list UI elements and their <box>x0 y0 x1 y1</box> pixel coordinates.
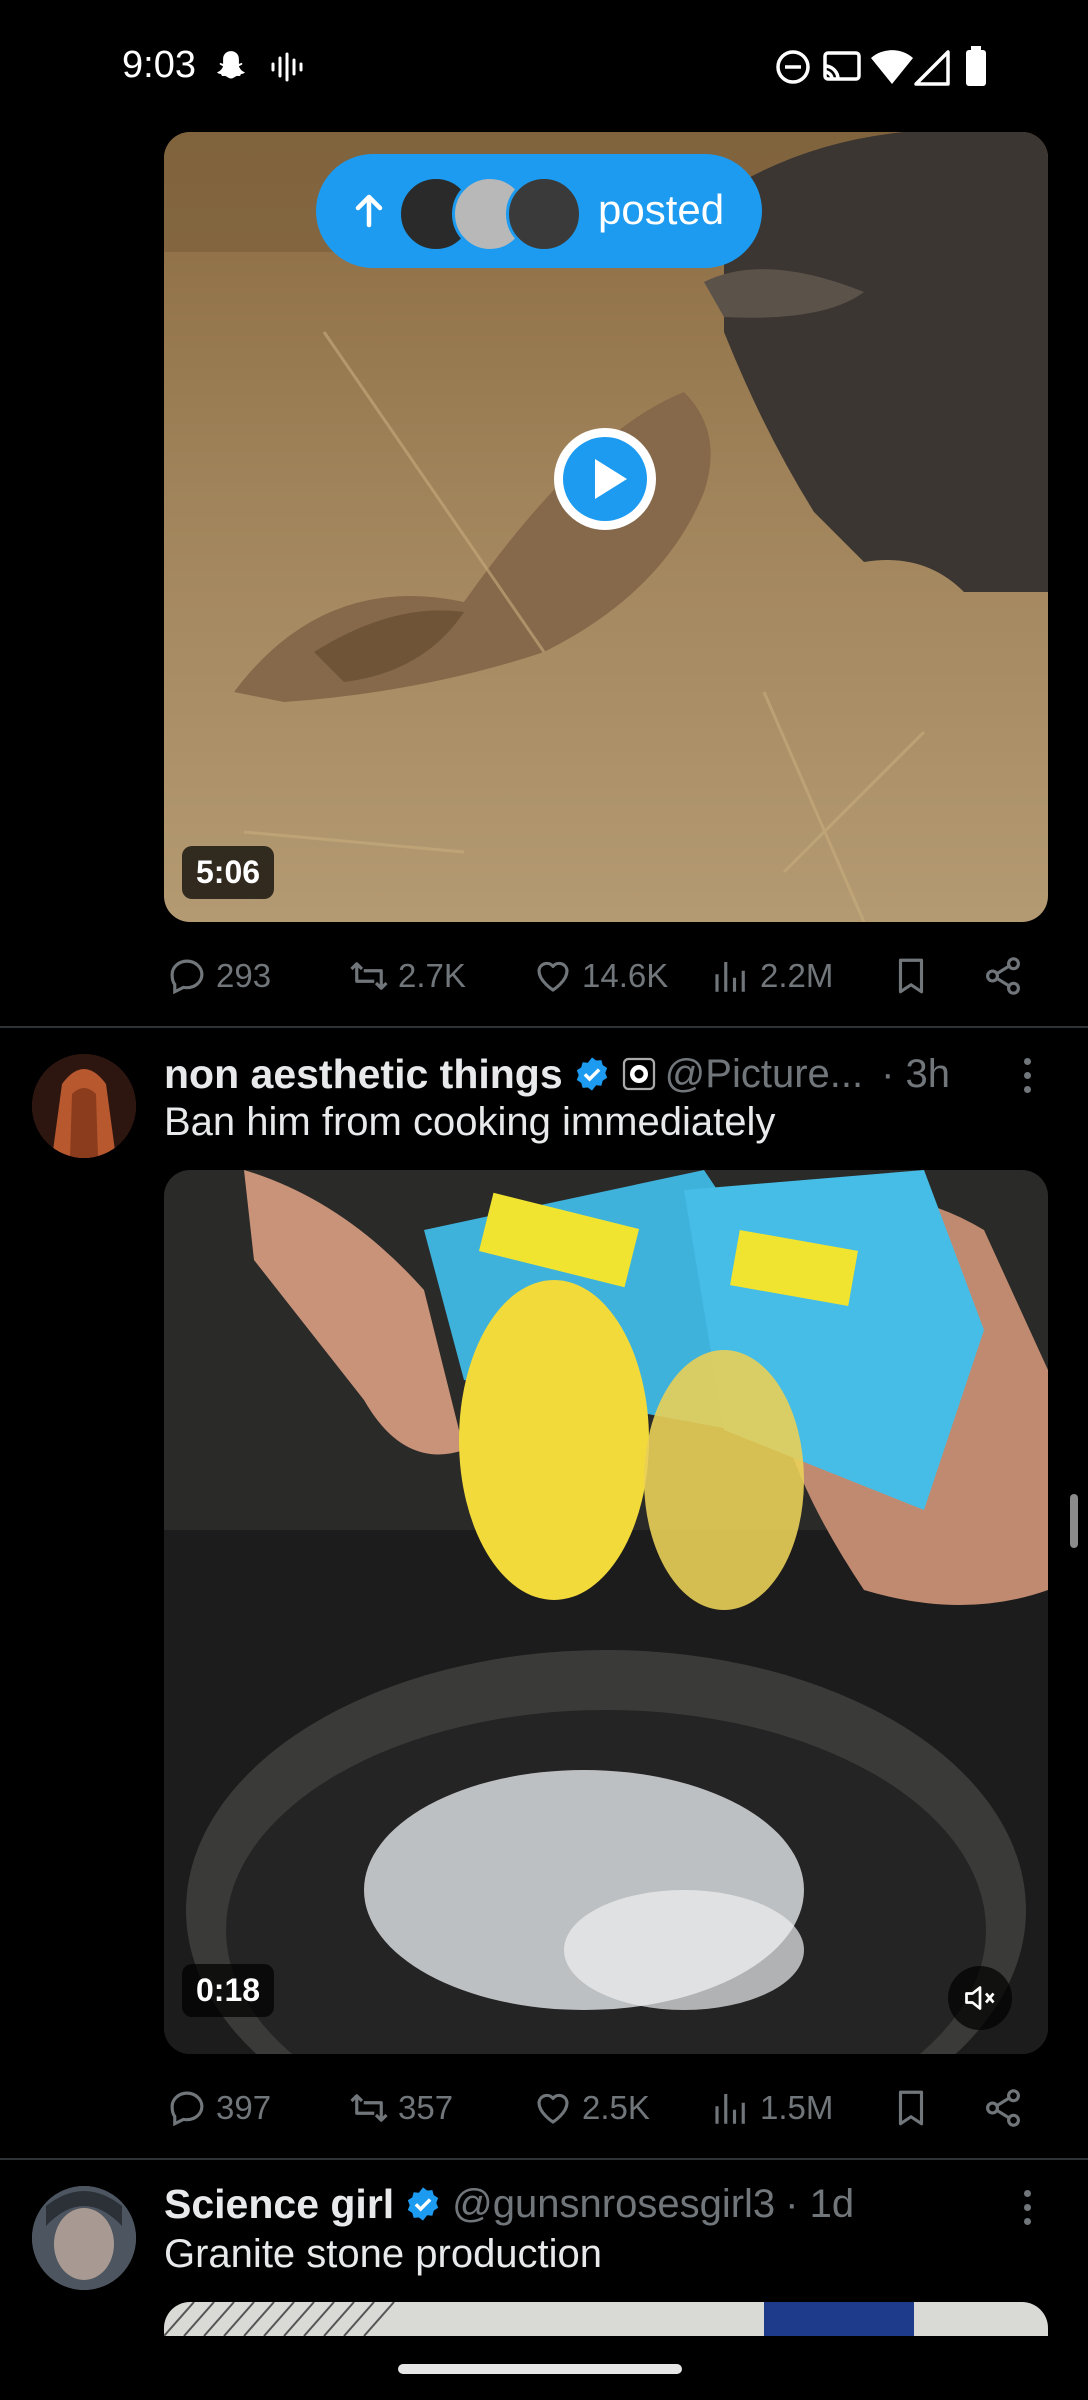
post3-author-avatar[interactable] <box>32 2186 136 2290</box>
share-button[interactable] <box>982 2078 1032 2138</box>
post2-video-thumbnail <box>164 1170 1048 2054</box>
repost-button[interactable]: 2.7K <box>348 946 466 1006</box>
like-count: 14.6K <box>582 957 669 994</box>
gesture-nav-bar[interactable] <box>398 2364 682 2374</box>
share-button[interactable] <box>982 946 1032 1006</box>
mute-icon <box>965 1986 995 2010</box>
voice-wave-icon <box>271 52 303 82</box>
post1-action-bar: 293 2.7K 14.6K 2.2M <box>164 946 1048 1006</box>
post2-author-avatar[interactable] <box>32 1054 136 1158</box>
views-button[interactable]: 1.5M <box>710 2078 833 2138</box>
like-button[interactable]: 2.5K <box>532 2078 650 2138</box>
views-icon <box>715 962 745 992</box>
post2-video[interactable]: 0:18 <box>164 1170 1048 2054</box>
tweet-text: Granite stone production <box>164 2232 603 2276</box>
views-button[interactable]: 2.2M <box>710 946 833 1006</box>
snapchat-ghost-icon <box>217 51 245 79</box>
repost-count: 357 <box>398 2089 454 2126</box>
reply-count: 397 <box>216 2089 272 2126</box>
reply-count: 293 <box>216 957 272 994</box>
bookmark-button[interactable] <box>890 2078 940 2138</box>
verified-badge-icon <box>576 1057 607 1091</box>
post3-header: Science girl @gunsnrosesgirl3 · 1d <box>164 2176 854 2232</box>
share-icon <box>986 957 1020 995</box>
avatar-image <box>32 1054 136 1158</box>
play-button[interactable] <box>554 428 656 530</box>
repost-button[interactable]: 357 <box>348 2078 453 2138</box>
video-duration: 5:06 <box>182 846 275 899</box>
reply-button[interactable]: 293 <box>166 946 271 1006</box>
bookmark-button[interactable] <box>890 946 940 1006</box>
posted-label: posted <box>598 186 725 233</box>
avatar-image <box>32 2186 136 2290</box>
post-time[interactable]: · 1d <box>785 2182 854 2227</box>
dnd-icon <box>776 50 810 84</box>
wifi-icon <box>871 50 913 84</box>
video-duration: 0:18 <box>182 1964 275 2017</box>
posted-pill[interactable]: posted <box>316 154 762 268</box>
repost-count: 2.7K <box>398 957 466 994</box>
play-icon <box>563 437 647 521</box>
author-handle[interactable]: @Picture... <box>665 1052 863 1097</box>
tweet-text: Ban him from cooking immediately <box>164 1100 776 1144</box>
bookmark-icon <box>898 2090 924 2126</box>
cast-icon <box>823 51 861 81</box>
mute-button[interactable] <box>948 1966 1012 2030</box>
affiliate-badge-icon <box>622 1057 655 1091</box>
bookmark-icon <box>898 958 924 994</box>
status-bar: 9:03 <box>0 0 1088 132</box>
like-button[interactable]: 14.6K <box>532 946 668 1006</box>
signal-icon <box>914 50 950 86</box>
post3-media-thumbnail <box>164 2302 1048 2336</box>
author-name[interactable]: Science girl <box>164 2181 394 2228</box>
views-count: 2.2M <box>760 957 834 994</box>
author-handle[interactable]: @gunsnrosesgirl3 <box>452 2182 775 2227</box>
views-icon <box>715 2094 745 2124</box>
avatar <box>506 176 582 252</box>
author-name[interactable]: non aesthetic things <box>164 1051 563 1098</box>
up-arrow-icon <box>355 194 383 228</box>
more-icon[interactable] <box>1021 1054 1033 1098</box>
divider <box>0 1026 1088 1028</box>
repost-icon <box>350 2094 388 2122</box>
share-icon <box>986 2089 1020 2127</box>
post2-header: non aesthetic things @Picture... · 3h <box>164 1046 950 1102</box>
status-time: 9:03 <box>122 44 196 86</box>
post-time[interactable]: · 3h <box>881 1052 950 1097</box>
reply-icon <box>170 959 204 995</box>
battery-icon <box>966 46 986 86</box>
verified-badge-icon <box>407 2187 439 2221</box>
post2-action-bar: 397 357 2.5K 1.5M <box>164 2078 1048 2138</box>
reply-icon <box>170 2091 204 2127</box>
repost-icon <box>350 962 388 990</box>
divider <box>0 2158 1088 2160</box>
reply-button[interactable]: 397 <box>166 2078 271 2138</box>
like-icon <box>537 2093 569 2124</box>
like-icon <box>537 961 569 992</box>
post3-media[interactable] <box>164 2302 1048 2336</box>
post1-video[interactable]: posted 5:06 <box>164 132 1048 922</box>
views-count: 1.5M <box>760 2089 834 2126</box>
like-count: 2.5K <box>582 2089 650 2126</box>
scrollbar[interactable] <box>1070 1494 1078 1548</box>
more-icon[interactable] <box>1021 2186 1033 2230</box>
